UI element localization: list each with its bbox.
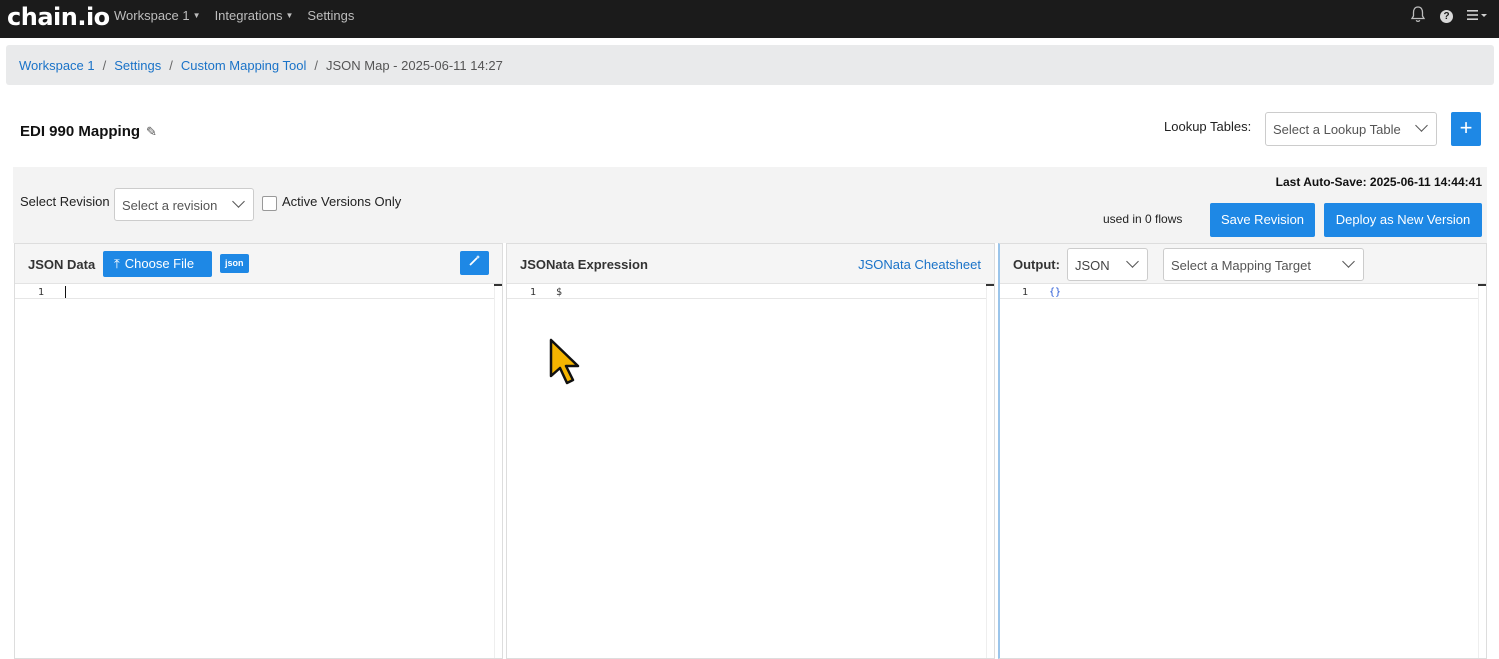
breadcrumb-settings[interactable]: Settings <box>114 58 161 73</box>
help-icon[interactable]: ? <box>1440 10 1453 23</box>
revision-controls: Select Revision Select a revision Active… <box>13 167 1487 243</box>
editor-scrollbar[interactable] <box>494 284 502 658</box>
breadcrumb-current: JSON Map - 2025-06-11 14:27 <box>326 57 503 73</box>
nav-settings-link[interactable]: Settings <box>307 8 354 23</box>
chevron-down-icon <box>232 195 245 208</box>
revision-select[interactable]: Select a revision <box>114 188 254 221</box>
caret-down-icon: ▼ <box>192 11 201 20</box>
nav-right-icons: ? <box>1410 6 1487 27</box>
breadcrumb-custom-mapping-tool[interactable]: Custom Mapping Tool <box>181 58 307 73</box>
choose-file-button[interactable]: ⤒ Choose File <box>103 251 212 277</box>
lookup-table-select[interactable]: Select a Lookup Table <box>1265 112 1437 146</box>
json-data-editor[interactable]: 1 <box>15 284 502 658</box>
nav-workspace-dropdown[interactable]: Workspace 1 ▼ <box>114 8 201 23</box>
magic-wand-icon <box>469 255 480 266</box>
save-revision-button[interactable]: Save Revision <box>1210 203 1315 237</box>
breadcrumb-workspace[interactable]: Workspace 1 <box>19 58 95 73</box>
nav-workspace-label: Workspace 1 <box>114 8 190 23</box>
lookup-tables-label: Lookup Tables: <box>1164 119 1252 134</box>
output-content: {} <box>1049 287 1062 298</box>
select-revision-label: Select Revision <box>20 194 110 209</box>
output-title: Output: <box>1013 257 1060 272</box>
revision-placeholder: Select a revision <box>122 198 218 213</box>
format-wand-button[interactable] <box>460 251 489 275</box>
chevron-down-icon <box>1342 255 1355 268</box>
json-format-badge: json <box>220 254 249 273</box>
menu-icon[interactable] <box>1467 8 1487 25</box>
nav-integrations-dropdown[interactable]: Integrations ▼ <box>215 8 294 23</box>
breadcrumb: Workspace 1 / Settings / Custom Mapping … <box>6 45 1494 85</box>
page-title: EDI 990 Mapping ✎ <box>20 123 157 140</box>
page-title-text: EDI 990 Mapping <box>20 123 141 140</box>
active-versions-label[interactable]: Active Versions Only <box>282 194 401 209</box>
choose-file-label: Choose File <box>124 256 195 271</box>
jsonata-cheatsheet-link[interactable]: JSONata Cheatsheet <box>858 257 981 272</box>
jsonata-expression-header: JSONata Expression JSONata Cheatsheet <box>507 244 994 284</box>
line-number: 1 <box>530 287 537 298</box>
last-autosave-text: Last Auto-Save: 2025-06-11 14:44:41 <box>1275 175 1482 189</box>
chain-io-logo[interactable]: chain.io <box>7 3 110 31</box>
upload-icon: ⤒ <box>114 256 120 271</box>
caret-down-icon: ▼ <box>285 11 294 20</box>
chevron-down-icon <box>1126 255 1139 268</box>
mouse-pointer-icon <box>548 338 582 391</box>
line-number: 1 <box>38 287 45 298</box>
chevron-down-icon <box>1415 119 1428 132</box>
nav-integrations-label: Integrations <box>214 8 283 23</box>
bell-icon[interactable] <box>1410 6 1426 27</box>
top-navbar: chain.io Workspace 1 ▼ Integrations ▼ Sett… <box>0 0 1499 38</box>
pencil-icon[interactable]: ✎ <box>146 124 157 140</box>
output-header: Output: JSON Select a Mapping Target <box>1000 244 1486 284</box>
mapping-target-placeholder: Select a Mapping Target <box>1171 258 1311 273</box>
add-lookup-table-button[interactable]: + <box>1451 112 1481 146</box>
active-versions-checkbox[interactable] <box>262 196 277 211</box>
output-format-select[interactable]: JSON <box>1067 248 1148 281</box>
active-line <box>15 298 494 299</box>
json-data-header: JSON Data ⤒ Choose File json <box>15 244 502 284</box>
deploy-new-version-button[interactable]: Deploy as New Version <box>1324 203 1482 237</box>
line-number: 1 <box>1022 287 1029 298</box>
lookup-table-placeholder: Select a Lookup Table <box>1273 122 1401 137</box>
output-format-value: JSON <box>1075 258 1110 273</box>
used-in-flows-text: used in 0 flows <box>1103 212 1183 226</box>
jsonata-expression-title: JSONata Expression <box>520 257 648 272</box>
editor-scrollbar[interactable] <box>1478 284 1486 658</box>
json-data-title: JSON Data <box>28 257 96 272</box>
editor-scrollbar[interactable] <box>986 284 994 658</box>
output-panel: Output: JSON Select a Mapping Target 1 {… <box>998 243 1487 659</box>
breadcrumb-separator: / <box>102 57 107 73</box>
output-editor[interactable]: 1 {} <box>1000 284 1486 658</box>
mapping-target-select[interactable]: Select a Mapping Target <box>1163 248 1364 281</box>
nav-links: Workspace 1 ▼ Integrations ▼ Settings <box>114 8 354 23</box>
breadcrumb-separator: / <box>314 57 318 73</box>
jsonata-expression-panel: JSONata Expression JSONata Cheatsheet 1 … <box>506 243 995 659</box>
active-line <box>1000 298 1478 299</box>
breadcrumb-separator: / <box>169 57 173 73</box>
json-data-panel: JSON Data ⤒ Choose File json 1 <box>14 243 503 659</box>
active-line <box>507 298 986 299</box>
jsonata-expression-content: $ <box>556 287 563 298</box>
